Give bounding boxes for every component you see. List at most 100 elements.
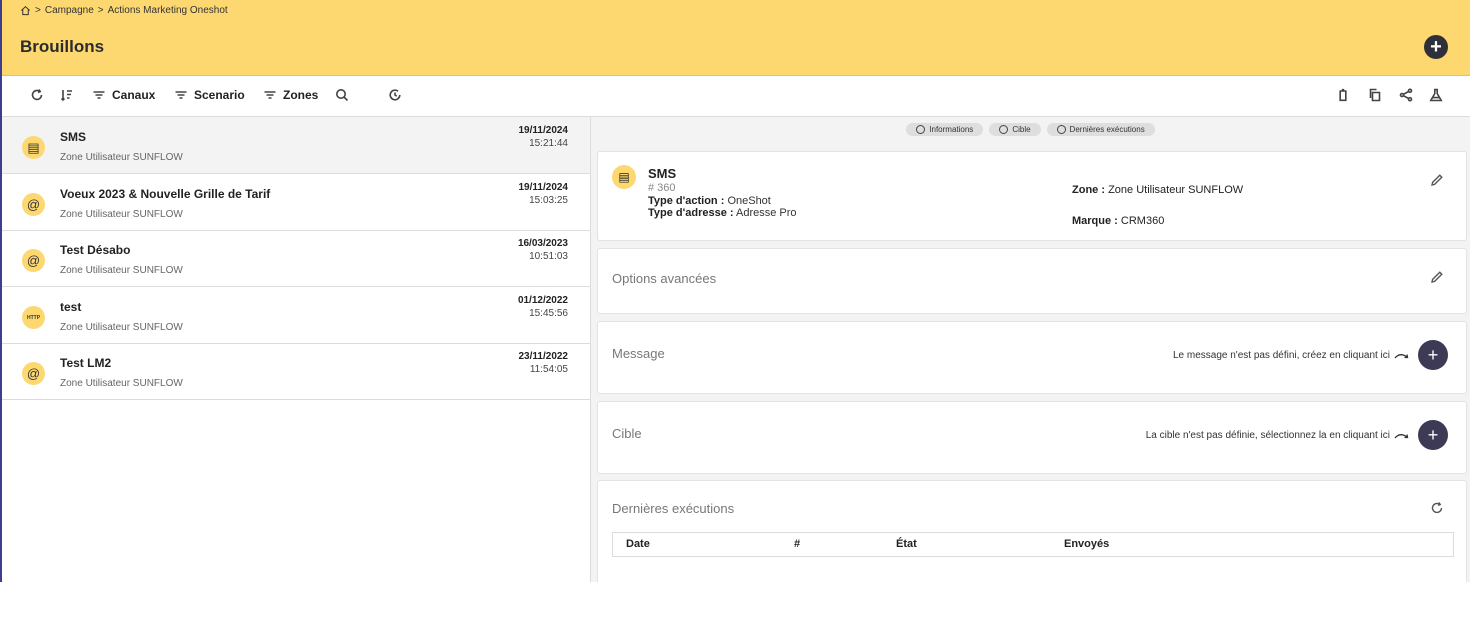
share-icon[interactable] xyxy=(1399,88,1413,102)
chip-label: Cible xyxy=(1012,125,1031,134)
info-details: SMS # 360 Type d'action : OneShot Type d… xyxy=(648,166,797,219)
list-item-zone: Zone Utilisateur SUNFLOW xyxy=(60,209,183,220)
http-icon: HTTP xyxy=(22,306,45,329)
list-item-date: 16/03/2023 xyxy=(517,238,568,249)
section-chips: Informations Cible Dernières exécutions xyxy=(591,123,1470,136)
list-item-zone: Zone Utilisateur SUNFLOW xyxy=(60,265,183,276)
chip-informations[interactable]: Informations xyxy=(906,123,984,136)
type-adresse-value: Adresse Pro xyxy=(736,207,797,219)
list-item-zone: Zone Utilisateur SUNFLOW xyxy=(60,378,183,389)
app-window: > Campagne > Actions Marketing Oneshot B… xyxy=(0,0,1470,582)
draft-list: ▤ SMS Zone Utilisateur SUNFLOW 19/11/202… xyxy=(2,117,591,582)
chip-cible[interactable]: Cible xyxy=(989,123,1041,136)
marque-label: Marque : xyxy=(1072,215,1118,227)
detail-panel: Informations Cible Dernières exécutions … xyxy=(591,117,1470,582)
col-date: Date xyxy=(626,538,650,550)
list-item-time: 10:51:03 xyxy=(529,251,568,262)
info-title: SMS xyxy=(648,166,677,181)
chip-dernieres-executions[interactable]: Dernières exécutions xyxy=(1046,123,1155,136)
filter-canaux-label: Canaux xyxy=(112,88,156,102)
refresh-executions-button[interactable] xyxy=(1430,501,1444,515)
chip-label: Dernières exécutions xyxy=(1069,125,1145,134)
duplicate-icon[interactable] xyxy=(1368,88,1382,102)
info-zone: Zone : Zone Utilisateur SUNFLOW xyxy=(1072,184,1243,196)
list-item-date: 19/11/2024 xyxy=(518,182,569,193)
breadcrumb-sep: > xyxy=(97,5,104,16)
message-hint-text: Le message n'est pas défini, créez en cl… xyxy=(1172,350,1390,361)
add-button[interactable]: + xyxy=(1424,35,1448,59)
filter-icon xyxy=(93,91,105,99)
info-card: ▤ SMS # 360 Type d'action : OneShot Type… xyxy=(597,151,1467,241)
list-item-date: 19/11/2024 xyxy=(518,125,569,136)
add-cible-button[interactable]: + xyxy=(1418,420,1448,450)
list-item-title: Test LM2 xyxy=(60,356,112,370)
list-item-zone: Zone Utilisateur SUNFLOW xyxy=(60,152,183,163)
history-icon[interactable] xyxy=(388,88,402,102)
edit-options-button[interactable] xyxy=(1430,270,1444,284)
sms-icon: ▤ xyxy=(22,136,45,159)
breadcrumb-item-campagne[interactable]: Campagne xyxy=(45,5,94,16)
filter-zones-label: Zones xyxy=(283,88,319,102)
toolbar: Canaux Scenario Zones xyxy=(2,76,1470,117)
list-item-title: test xyxy=(60,300,82,314)
cible-hint: La cible n'est pas définie, sélectionnez… xyxy=(1146,430,1410,441)
home-icon[interactable] xyxy=(20,5,31,16)
refresh-icon[interactable] xyxy=(30,88,44,102)
marque-value: CRM360 xyxy=(1120,215,1165,227)
options-label: Options avancées xyxy=(612,271,717,286)
col-envoyes: Envoyés xyxy=(1064,538,1110,550)
curved-arrow-icon xyxy=(1394,353,1409,358)
refresh-icon xyxy=(1431,502,1443,514)
executions-table-header: Date # État Envoyés xyxy=(612,532,1454,557)
filter-icon xyxy=(175,91,187,99)
search-icon[interactable] xyxy=(335,88,349,102)
list-item[interactable]: ▤ SMS Zone Utilisateur SUNFLOW 19/11/202… xyxy=(2,117,590,174)
page-header: > Campagne > Actions Marketing Oneshot B… xyxy=(2,0,1470,76)
filter-zones-button[interactable]: Zones xyxy=(263,88,318,102)
executions-label: Dernières exécutions xyxy=(612,501,735,516)
executions-card: Dernières exécutions Date # État Envoyés xyxy=(597,480,1467,582)
pencil-icon xyxy=(1431,174,1443,186)
curved-arrow-icon xyxy=(1394,433,1409,438)
list-item-time: 15:45:56 xyxy=(529,308,568,319)
pencil-icon xyxy=(1431,271,1443,283)
list-item-zone: Zone Utilisateur SUNFLOW xyxy=(60,322,183,333)
breadcrumb-sep: > xyxy=(35,5,41,16)
type-action-value: OneShot xyxy=(727,195,771,207)
filter-canaux-button[interactable]: Canaux xyxy=(92,88,155,102)
list-item[interactable]: @ Test Désabo Zone Utilisateur SUNFLOW 1… xyxy=(2,230,590,287)
cible-hint-text: La cible n'est pas définie, sélectionnez… xyxy=(1145,430,1390,441)
col-number: # xyxy=(794,538,801,550)
list-item-time: 15:03:25 xyxy=(529,195,568,206)
circle-chevron-icon xyxy=(999,125,1009,134)
breadcrumb-item-actions[interactable]: Actions Marketing Oneshot xyxy=(108,5,228,16)
message-hint: Le message n'est pas défini, créez en cl… xyxy=(1173,350,1410,361)
col-etat: État xyxy=(896,538,917,550)
sort-icon[interactable] xyxy=(60,88,74,102)
at-icon: @ xyxy=(22,193,45,216)
at-icon: @ xyxy=(22,362,45,385)
list-item[interactable]: @ Test LM2 Zone Utilisateur SUNFLOW 23/1… xyxy=(2,343,590,400)
info-marque: Marque : CRM360 xyxy=(1072,215,1164,227)
zone-label: Zone : xyxy=(1072,184,1105,196)
filter-icon xyxy=(264,91,276,99)
add-message-button[interactable]: + xyxy=(1418,340,1448,370)
circle-chevron-icon xyxy=(1056,125,1066,134)
cible-card: Cible La cible n'est pas définie, sélect… xyxy=(597,401,1467,474)
list-item-date: 23/11/2022 xyxy=(518,351,569,362)
flask-icon[interactable] xyxy=(1429,88,1443,102)
filter-scenario-button[interactable]: Scenario xyxy=(174,88,245,102)
delete-icon[interactable] xyxy=(1336,88,1350,102)
filter-scenario-label: Scenario xyxy=(194,88,245,102)
message-card: Message Le message n'est pas défini, cré… xyxy=(597,321,1467,394)
type-adresse-label: Type d'adresse : xyxy=(648,207,734,219)
page-title: Brouillons xyxy=(20,37,105,56)
sms-icon: ▤ xyxy=(612,165,636,189)
list-item[interactable]: @ Voeux 2023 & Nouvelle Grille de Tarif … xyxy=(2,174,590,231)
breadcrumb: > Campagne > Actions Marketing Oneshot xyxy=(20,5,228,16)
list-item-time: 11:54:05 xyxy=(529,364,568,375)
list-item[interactable]: HTTP test Zone Utilisateur SUNFLOW 01/12… xyxy=(2,287,590,344)
zone-value: Zone Utilisateur SUNFLOW xyxy=(1108,184,1244,196)
edit-info-button[interactable] xyxy=(1430,173,1444,187)
options-card: Options avancées xyxy=(597,248,1467,314)
